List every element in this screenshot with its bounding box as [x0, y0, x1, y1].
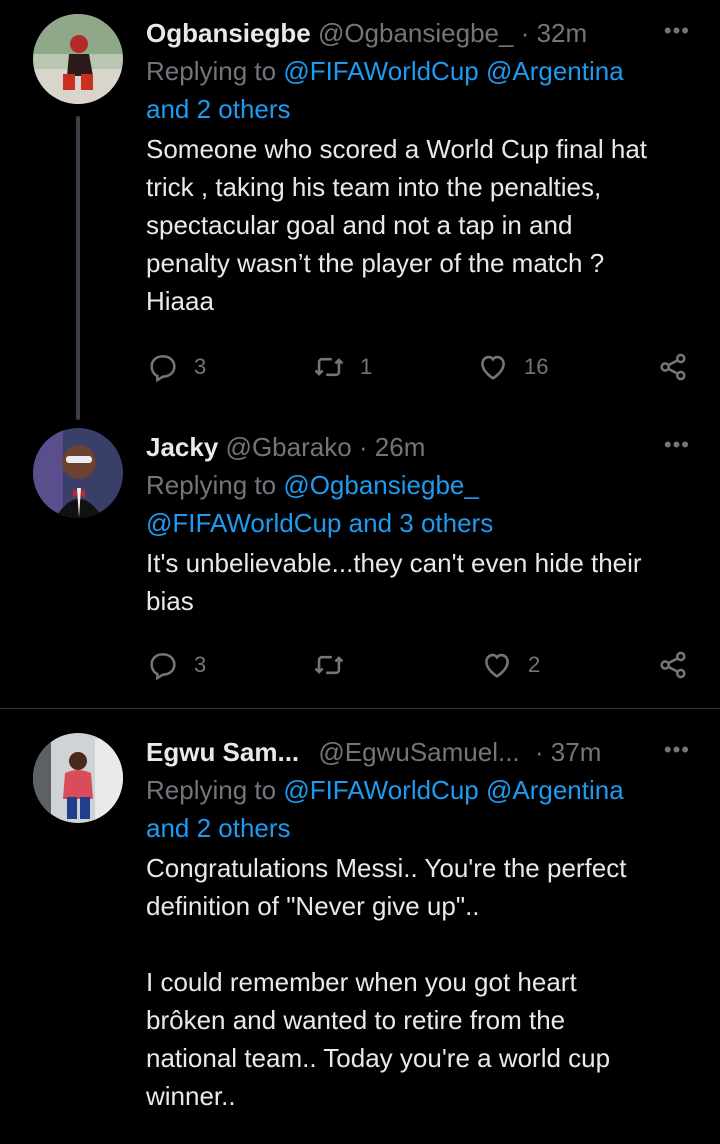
reply-button[interactable]: 3 [146, 648, 206, 682]
tweet-actions: 3 1 16 [146, 350, 690, 390]
share-icon [660, 651, 686, 679]
retweet-icon [314, 655, 344, 675]
reply-count: 3 [194, 354, 207, 379]
tweet-header: Jacky @Gbarako · 26m ••• [146, 432, 690, 462]
replying-to: Replying to @FIFAWorldCup @Argentina and… [146, 52, 690, 128]
share-icon [660, 353, 686, 381]
replying-to: Replying to @FIFAWorldCup @Argentina and… [146, 771, 690, 847]
handle[interactable]: @Gbarako [226, 432, 352, 462]
handle[interactable]: @EgwuSamuel... [318, 737, 519, 767]
avatar[interactable] [33, 428, 123, 518]
tweet-actions: 3 2 [146, 648, 690, 688]
tweet[interactable]: Jacky @Gbarako · 26m ••• Replying to @Og… [0, 420, 720, 708]
mention-link[interactable]: @FIFAWorldCup and 3 others [146, 508, 493, 538]
mention-link[interactable]: and 2 others [146, 813, 291, 843]
reply-icon [150, 653, 176, 681]
timestamp[interactable]: · 37m [535, 737, 601, 767]
tweet-header: Egwu Sam... @EgwuSamuel... · 37m ••• [146, 737, 690, 767]
more-options-icon[interactable]: ••• [664, 16, 690, 46]
timestamp[interactable]: · 26m [359, 432, 425, 462]
mention-link[interactable]: @FIFAWorldCup @Argentina [283, 56, 623, 86]
tweet[interactable]: Ogbansiegbe @Ogbansiegbe_ · 32m ••• Repl… [0, 0, 720, 420]
mention-link[interactable]: @FIFAWorldCup @Argentina [283, 775, 623, 805]
tweet-text: Congratulations Messi.. You're the perfe… [146, 853, 627, 1111]
display-name[interactable]: Jacky [146, 432, 218, 462]
mention-link[interactable]: and 2 others [146, 94, 291, 124]
share-button[interactable] [656, 350, 690, 384]
mention-link[interactable]: @Ogbansiegbe_ [283, 470, 479, 500]
heart-icon [481, 355, 505, 380]
replying-label: Replying to [146, 775, 277, 805]
more-options-icon[interactable]: ••• [664, 735, 690, 765]
retweet-button[interactable]: 1 [312, 350, 372, 384]
tweet-text: It's unbelievable...they can't even hide… [146, 548, 642, 616]
like-count: 16 [524, 354, 549, 379]
reply-icon [150, 355, 176, 383]
tweet[interactable]: Egwu Sam... @EgwuSamuel... · 37m ••• Rep… [0, 709, 720, 1144]
replying-label: Replying to [146, 56, 277, 86]
like-count: 2 [528, 652, 541, 677]
avatar[interactable] [33, 733, 123, 823]
share-button[interactable] [656, 648, 690, 682]
tweet-header: Ogbansiegbe @Ogbansiegbe_ · 32m ••• [146, 18, 690, 48]
tweet-text: Someone who scored a World Cup final hat… [146, 134, 648, 316]
timestamp[interactable]: · 32m [521, 18, 587, 48]
retweet-count: 1 [360, 354, 373, 379]
reply-count: 3 [194, 652, 207, 677]
like-button[interactable]: 2 [480, 648, 540, 682]
like-button[interactable]: 16 [476, 350, 548, 384]
retweet-icon [314, 357, 344, 377]
retweet-button[interactable] [312, 648, 346, 682]
replying-label: Replying to [146, 470, 277, 500]
thread-line [76, 116, 80, 420]
replying-to: Replying to @Ogbansiegbe_ @FIFAWorldCup … [146, 466, 690, 542]
avatar[interactable] [33, 14, 123, 104]
handle[interactable]: @Ogbansiegbe_ [318, 18, 514, 48]
heart-icon [485, 653, 509, 678]
display-name[interactable]: Ogbansiegbe [146, 18, 311, 48]
display-name[interactable]: Egwu Sam... [146, 737, 299, 767]
reply-button[interactable]: 3 [146, 350, 206, 384]
more-options-icon[interactable]: ••• [664, 430, 690, 460]
